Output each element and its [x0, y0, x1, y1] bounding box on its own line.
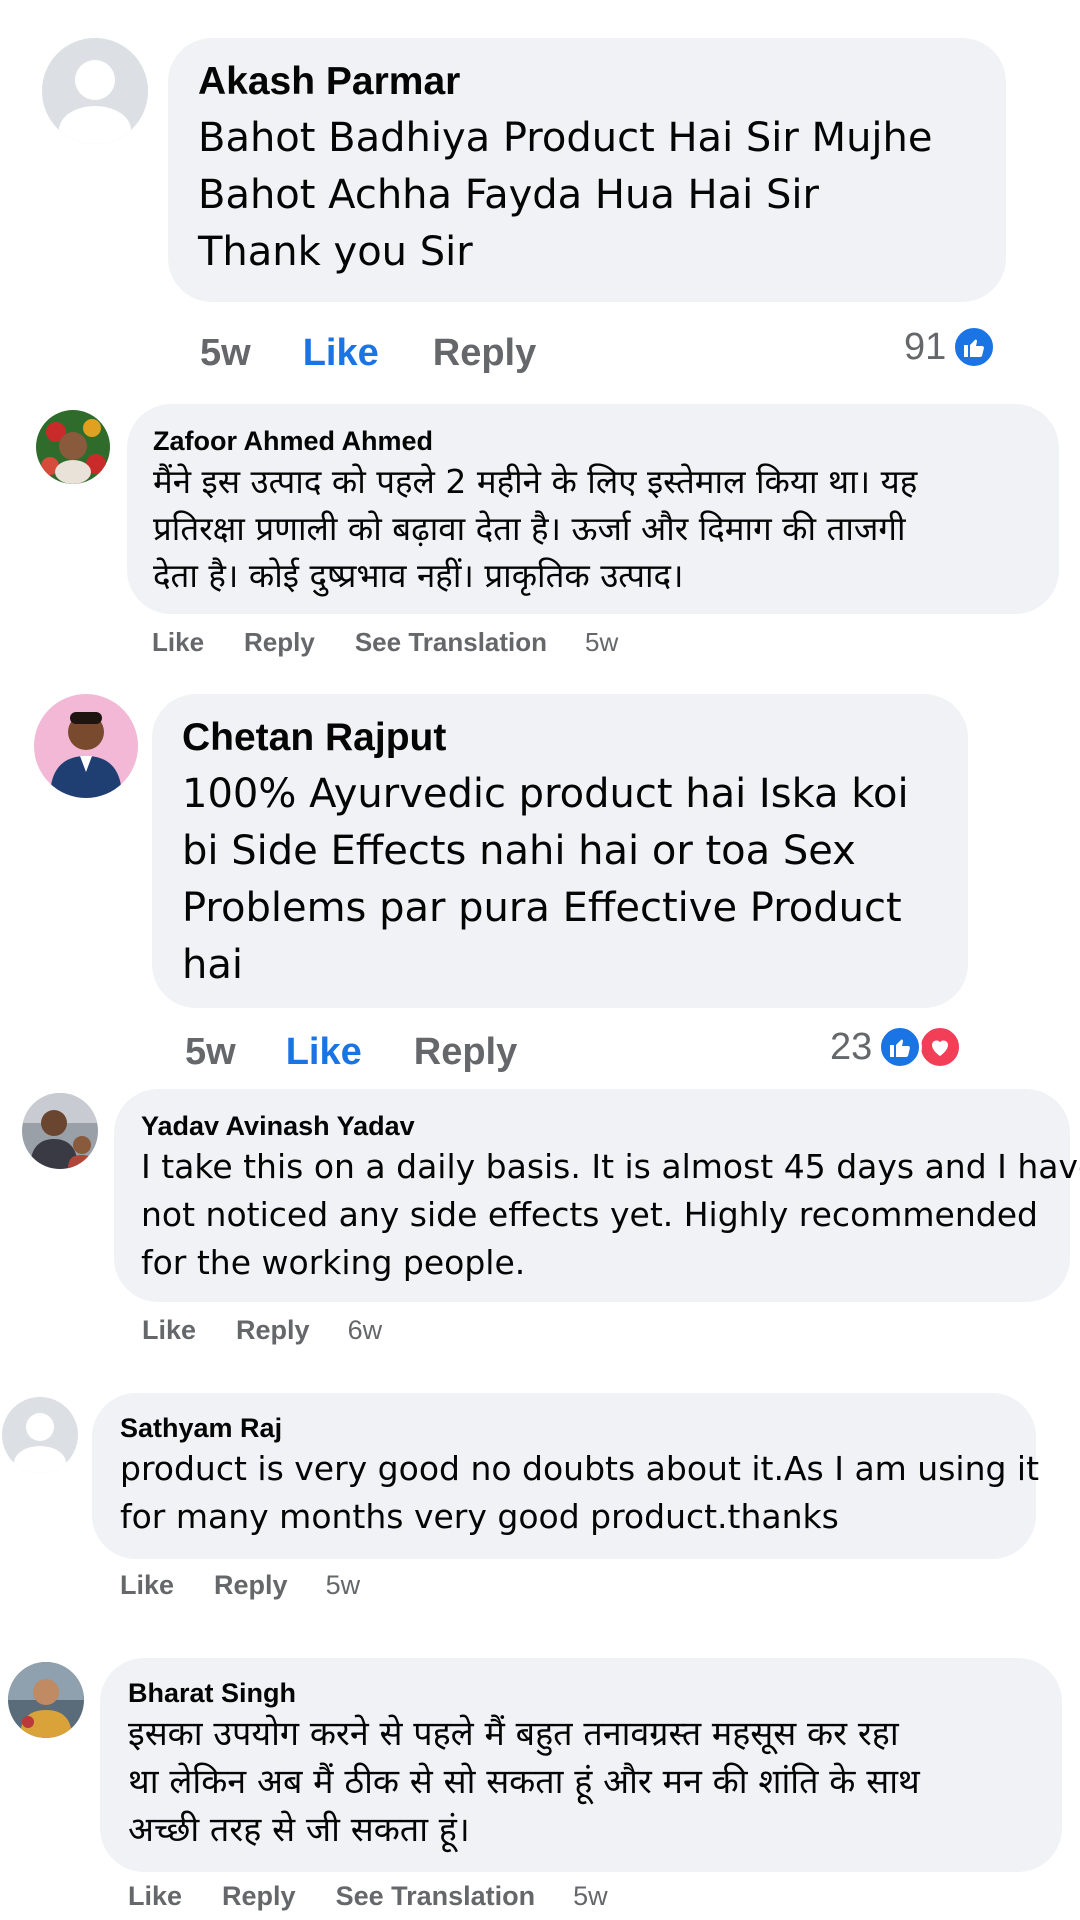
user-silhouette-icon — [2, 1397, 78, 1473]
like-button[interactable]: Like — [128, 1881, 182, 1912]
reply-button[interactable]: Reply — [414, 1031, 517, 1074]
comment-actions: 5w Like Reply — [200, 326, 536, 380]
timestamp[interactable]: 5w — [573, 1881, 608, 1912]
reaction-count: 23 — [830, 1025, 873, 1068]
comment-line: मैंने इस उत्पाद को पहले 2 महीने के लिए इ… — [153, 462, 918, 501]
comment-line: I take this on a daily basis. It is almo… — [141, 1147, 1080, 1186]
comment-text: I take this on a daily basis. It is almo… — [141, 1143, 1080, 1287]
timestamp[interactable]: 5w — [326, 1570, 361, 1601]
thumbs-up-icon — [878, 1025, 923, 1069]
comment-line: Thank you Sir — [198, 229, 473, 275]
commenter-name[interactable]: Sathyam Raj — [120, 1411, 1008, 1445]
avatar[interactable] — [36, 410, 110, 484]
avatar[interactable] — [22, 1093, 98, 1169]
comment-text: 100% Ayurvedic product hai Iska koi bi S… — [182, 766, 938, 994]
comment-line: Bahot Achha Fayda Hua Hai Sir — [198, 172, 819, 218]
comment-text: मैंने इस उत्पाद को पहले 2 महीने के लिए इ… — [153, 458, 1033, 599]
comment-bubble: Sathyam Raj product is very good no doub… — [92, 1393, 1040, 1559]
comment-bubble: Akash Parmar Bahot Badhiya Product Hai S… — [168, 38, 1006, 302]
reaction-summary[interactable]: 23 — [830, 1022, 963, 1072]
see-translation-link[interactable]: See Translation — [355, 627, 547, 658]
comment-actions: Like Reply 6w — [142, 1312, 382, 1348]
comment-line: bi Side Effects nahi hai or toa Sex — [182, 828, 856, 874]
profile-photo — [8, 1662, 84, 1738]
reply-button[interactable]: Reply — [214, 1570, 288, 1601]
comment-actions: 5w Like Reply — [185, 1025, 517, 1079]
comment-text: Bahot Badhiya Product Hai Sir Mujhe Baho… — [198, 110, 976, 281]
comment-line: Bahot Badhiya Product Hai Sir Mujhe — [198, 115, 933, 161]
comment-actions: Like Reply See Translation 5w — [128, 1878, 608, 1914]
timestamp[interactable]: 6w — [348, 1315, 383, 1346]
avatar[interactable] — [2, 1397, 78, 1473]
comment-line: प्रतिरक्षा प्रणाली को बढ़ावा देता है। ऊर… — [153, 509, 906, 548]
comment-text: product is very good no doubts about it.… — [120, 1445, 1040, 1541]
reaction-count: 91 — [904, 325, 947, 368]
like-button[interactable]: Like — [120, 1570, 174, 1601]
commenter-name[interactable]: Chetan Rajput — [182, 714, 938, 762]
thumbs-up-icon — [952, 325, 997, 369]
comment-line: 100% Ayurvedic product hai Iska koi — [182, 771, 909, 817]
comment-bubble: Chetan Rajput 100% Ayurvedic product hai… — [152, 694, 968, 1008]
user-silhouette-icon — [42, 38, 148, 144]
comment-line: for many months very good product.thanks — [120, 1497, 839, 1536]
reply-button[interactable]: Reply — [433, 332, 536, 375]
avatar[interactable] — [8, 1662, 84, 1738]
like-button[interactable]: Like — [303, 332, 379, 375]
timestamp[interactable]: 5w — [185, 1031, 236, 1074]
commenter-name[interactable]: Akash Parmar — [198, 58, 976, 106]
comment-line: था लेकिन अब मैं ठीक से सो सकता हूं और मन… — [128, 1762, 920, 1802]
comment-bubble: Zafoor Ahmed Ahmed मैंने इस उत्पाद को पह… — [127, 404, 1059, 614]
avatar[interactable] — [42, 38, 148, 144]
comment-text: इसका उपयोग करने से पहले मैं बहुत तनावग्र… — [128, 1710, 1034, 1854]
profile-photo — [36, 410, 110, 484]
timestamp[interactable]: 5w — [200, 332, 251, 375]
like-button[interactable]: Like — [286, 1031, 362, 1074]
timestamp[interactable]: 5w — [585, 627, 618, 658]
comment-bubble: Bharat Singh इसका उपयोग करने से पहले मैं… — [100, 1658, 1062, 1872]
commenter-name[interactable]: Bharat Singh — [128, 1676, 1034, 1710]
reply-button[interactable]: Reply — [236, 1315, 310, 1346]
comment-actions: Like Reply 5w — [120, 1567, 360, 1603]
see-translation-link[interactable]: See Translation — [336, 1881, 536, 1912]
reply-button[interactable]: Reply — [222, 1881, 296, 1912]
comment-line: hai — [182, 942, 243, 988]
comment-line: इसका उपयोग करने से पहले मैं बहुत तनावग्र… — [128, 1714, 899, 1754]
like-button[interactable]: Like — [152, 627, 204, 658]
commenter-name[interactable]: Yadav Avinash Yadav — [141, 1109, 1043, 1143]
comment-bubble: Yadav Avinash Yadav I take this on a dai… — [114, 1089, 1080, 1302]
profile-photo — [22, 1093, 98, 1169]
comment-line: अच्छी तरह से जी सकता हूं। — [128, 1810, 470, 1850]
comment-actions: Like Reply See Translation 5w — [152, 624, 618, 660]
comment-line: for the working people. — [141, 1243, 526, 1282]
comment-line: Problems par pura Effective Product — [182, 885, 902, 931]
reply-button[interactable]: Reply — [244, 627, 315, 658]
heart-icon — [918, 1025, 963, 1069]
like-button[interactable]: Like — [142, 1315, 196, 1346]
avatar[interactable] — [34, 694, 138, 798]
commenter-name[interactable]: Zafoor Ahmed Ahmed — [153, 424, 1033, 458]
profile-photo — [34, 694, 138, 798]
comment-line: product is very good no doubts about it.… — [120, 1449, 1040, 1488]
comment-line: not noticed any side effects yet. Highly… — [141, 1195, 1038, 1234]
reaction-summary[interactable]: 91 — [904, 322, 997, 372]
comment-line: देता है। कोई दुष्प्रभाव नहीं। प्राकृतिक … — [153, 556, 684, 595]
